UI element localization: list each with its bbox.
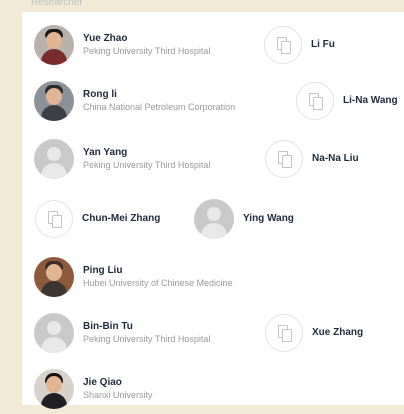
coauthor-name[interactable]: Li-Na Wang [343,94,398,108]
coauthor-entry[interactable]: Yan Yang Peking University Third Hospita… [34,134,210,184]
coauthor-entry[interactable]: Li-Na Wang [296,76,398,126]
avatar-body [41,49,67,65]
organization-icon[interactable] [296,82,334,120]
coauthor-row: Yue Zhao Peking University Third Hospita… [22,20,404,70]
coauthor-name[interactable]: Ying Wang [243,212,294,226]
coauthor-row: Chun-Mei Zhang Ying Wang [22,194,404,244]
avatar-head [46,376,62,393]
coauthor-entry[interactable]: Li Fu [264,20,335,70]
organization-icon[interactable] [35,200,73,238]
avatar-head [46,264,62,281]
avatar-body [41,281,67,297]
section-header-clipped: Researcher [31,0,83,8]
coauthor-name[interactable]: Ping Liu [83,265,233,277]
organization-icon[interactable] [265,314,303,352]
coauthor-name[interactable]: Na-Na Liu [312,152,359,166]
coauthor-name[interactable]: Bin-Bin Tu [83,321,210,333]
avatar-head [46,88,62,105]
coauthor-entry[interactable]: Ying Wang [194,194,294,244]
coauthor-row: Bin-Bin Tu Peking University Third Hospi… [22,308,404,358]
coauthor-entry[interactable]: Chun-Mei Zhang [35,194,160,244]
organization-icon[interactable] [264,26,302,64]
coauthor-row: Yan Yang Peking University Third Hospita… [22,134,404,184]
coauthor-name[interactable]: Xue Zhang [312,326,363,340]
coauthor-entry[interactable]: Na-Na Liu [265,134,359,184]
coauthor-entry[interactable]: Bin-Bin Tu Peking University Third Hospi… [34,308,210,358]
coauthor-entry[interactable]: Ping Liu Hubei University of Chinese Med… [34,252,233,302]
default-avatar-icon[interactable] [34,313,74,353]
coauthor-entry[interactable]: Rong li China National Petroleum Corpora… [34,76,235,126]
coauthor-affiliation: Peking University Third Hospital [83,334,211,344]
avatar-body [41,393,67,409]
coauthor-name[interactable]: Chun-Mei Zhang [82,212,160,226]
coauthor-row: Ping Liu Hubei University of Chinese Med… [22,252,404,302]
coauthor-entry[interactable]: Jie Qiao Shanxi University [34,364,153,414]
avatar[interactable] [34,81,74,121]
coauthor-affiliation: Peking University Third Hospital [83,160,211,170]
coauthor-name[interactable]: Rong li [83,89,235,101]
default-avatar-icon[interactable] [34,139,74,179]
avatar[interactable] [34,257,74,297]
coauthor-entry[interactable]: Xue Zhang [265,308,363,358]
coauthor-row: Jie Qiao Shanxi University [22,364,404,414]
coauthor-affiliation: Peking University Third Hospital [83,46,211,56]
coauthor-row: Rong li China National Petroleum Corpora… [22,76,404,126]
coauthor-name[interactable]: Jie Qiao [83,377,153,389]
coauthor-name[interactable]: Yue Zhao [83,33,210,45]
coauthor-list: Yue Zhao Peking University Third Hospita… [22,12,404,409]
organization-icon[interactable] [265,140,303,178]
coauthor-name[interactable]: Li Fu [311,38,335,52]
coauthor-affiliation: Shanxi University [83,390,153,400]
default-avatar-icon[interactable] [194,199,234,239]
coauthor-name[interactable]: Yan Yang [83,147,210,159]
coauthor-affiliation: Hubei University of Chinese Medicine [83,278,233,288]
coauthor-entry[interactable]: Yue Zhao Peking University Third Hospita… [34,20,210,70]
avatar[interactable] [34,369,74,409]
avatar-head [46,32,62,49]
avatar[interactable] [34,25,74,65]
avatar-body [41,105,67,121]
coauthor-affiliation: China National Petroleum Corporation [83,102,236,112]
